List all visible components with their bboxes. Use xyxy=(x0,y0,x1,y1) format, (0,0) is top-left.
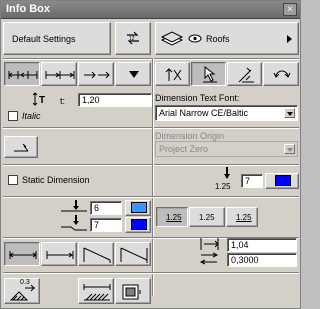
default-settings-label: Default Settings xyxy=(12,34,76,44)
separator xyxy=(3,58,299,60)
marker-size-2-button[interactable]: 1.25 xyxy=(189,207,225,227)
dimension-hatch-icon xyxy=(82,282,112,302)
dimension-pen-swatch xyxy=(275,175,291,186)
linear-dimension-icon xyxy=(8,70,38,80)
close-button[interactable]: × xyxy=(283,3,297,16)
hatch-scale-label: 0.3 xyxy=(20,279,30,286)
text-height-label: t: xyxy=(60,96,66,106)
italic-label: Italic xyxy=(22,111,41,121)
info-box-window: Info Box × Default Settings 12 Roofs T t… xyxy=(0,0,301,309)
extension-short-icon xyxy=(46,249,74,261)
line-pen-color-button[interactable] xyxy=(125,217,151,233)
angle-text-icon xyxy=(237,66,255,84)
hatch-scale-button[interactable]: 0.3 xyxy=(4,278,40,304)
text-orientation-button[interactable] xyxy=(155,62,190,86)
origin-dropdown-arrow xyxy=(284,144,295,154)
separator xyxy=(3,196,299,198)
font-dropdown[interactable]: Arial Narrow CE/Baltic xyxy=(155,105,298,121)
marker-size-3-button[interactable]: 1.25 xyxy=(226,207,258,227)
witness-line-icon xyxy=(13,143,31,153)
dimension-pen-input[interactable]: 7 xyxy=(241,174,263,188)
text-rotate-button[interactable] xyxy=(263,62,299,86)
line-pen-input[interactable]: 7 xyxy=(90,218,122,232)
default-settings-button[interactable]: Default Settings xyxy=(3,22,111,55)
origin-label: Dimension Origin xyxy=(155,131,225,141)
extension-value-2-input[interactable]: 0,3000 xyxy=(227,253,297,267)
text-orientation-icon xyxy=(165,67,183,83)
layer-selector[interactable]: Roofs xyxy=(155,22,299,55)
dimension-hatch-button[interactable] xyxy=(78,278,114,304)
marker-pen-swatch xyxy=(131,202,147,213)
layer-stack-icon xyxy=(160,31,184,47)
extension-type-1-button[interactable] xyxy=(4,242,40,266)
transfer-settings-button[interactable]: 12 xyxy=(115,22,151,55)
marker-size-2-label: 1.25 xyxy=(199,213,215,222)
extension-gap-icon xyxy=(199,252,221,266)
marker-pen-color-button[interactable] xyxy=(125,200,151,216)
marker-pen-icon xyxy=(61,200,87,212)
pen-icon xyxy=(222,167,232,179)
extension-angled-icon xyxy=(83,246,111,264)
marker-pen-input[interactable]: 6 xyxy=(90,201,122,215)
eye-icon xyxy=(188,34,202,43)
extension-type-3-button[interactable] xyxy=(78,242,114,266)
text-position-button[interactable] xyxy=(191,62,226,86)
extension-value-1-input[interactable]: 1,04 xyxy=(227,238,297,252)
extension-full-icon xyxy=(9,249,37,261)
font-dropdown-arrow xyxy=(284,108,295,118)
font-label: Dimension Text Font: xyxy=(155,93,240,103)
line-pen-icon xyxy=(61,215,87,231)
svg-text:T: T xyxy=(39,95,45,106)
separator xyxy=(3,164,299,166)
dropdown-arrow-icon xyxy=(129,71,139,79)
marker-size-1-button[interactable]: 1.25 xyxy=(156,207,188,227)
dim-type-menu-button[interactable] xyxy=(115,62,151,86)
window-title: Info Box xyxy=(6,3,50,15)
extension-type-4-button[interactable] xyxy=(115,242,151,266)
text-angle-button[interactable] xyxy=(227,62,262,86)
arrows-right-icon xyxy=(83,70,111,80)
layer-name: Roofs xyxy=(206,34,230,44)
italic-checkbox[interactable] xyxy=(8,111,18,121)
text-height-icon: T xyxy=(33,92,55,106)
window-frame-icon xyxy=(122,284,142,300)
marker-size-1-label: 1.25 xyxy=(166,213,182,222)
svg-text:12: 12 xyxy=(129,36,135,42)
layer-menu-arrow xyxy=(287,35,292,43)
extension-angled-full-icon xyxy=(120,246,148,264)
text-height-input[interactable]: 1,20 xyxy=(78,93,152,107)
static-dimension-checkbox[interactable] xyxy=(8,175,18,185)
separator xyxy=(152,58,154,296)
cursor-text-icon xyxy=(201,66,219,84)
cumulative-dimension-icon xyxy=(45,70,75,80)
dim-type-cumulative-button[interactable] xyxy=(41,62,77,86)
static-dimension-label: Static Dimension xyxy=(22,175,90,185)
pen-size-label: 1.25 xyxy=(215,182,231,191)
witness-line-button[interactable] xyxy=(4,136,38,158)
rotate-icon xyxy=(273,67,291,83)
arrows-exchange-icon: 12 xyxy=(124,31,142,45)
marker-size-3-label: 1.25 xyxy=(236,213,252,222)
dim-type-linear-button[interactable] xyxy=(4,62,40,86)
dim-type-arrow-button[interactable] xyxy=(78,62,114,86)
line-pen-swatch xyxy=(131,219,147,230)
title-bar[interactable]: Info Box × xyxy=(1,1,300,19)
extension-length-icon xyxy=(199,237,221,251)
font-value: Arial Narrow CE/Baltic xyxy=(159,108,249,118)
dimension-pen-color-button[interactable] xyxy=(265,173,299,189)
extension-type-2-button[interactable] xyxy=(41,242,77,266)
origin-dropdown[interactable]: Project Zero xyxy=(155,141,298,157)
display-options-button[interactable] xyxy=(115,278,151,304)
separator xyxy=(3,272,299,274)
origin-value: Project Zero xyxy=(159,144,209,154)
separator xyxy=(3,127,299,129)
